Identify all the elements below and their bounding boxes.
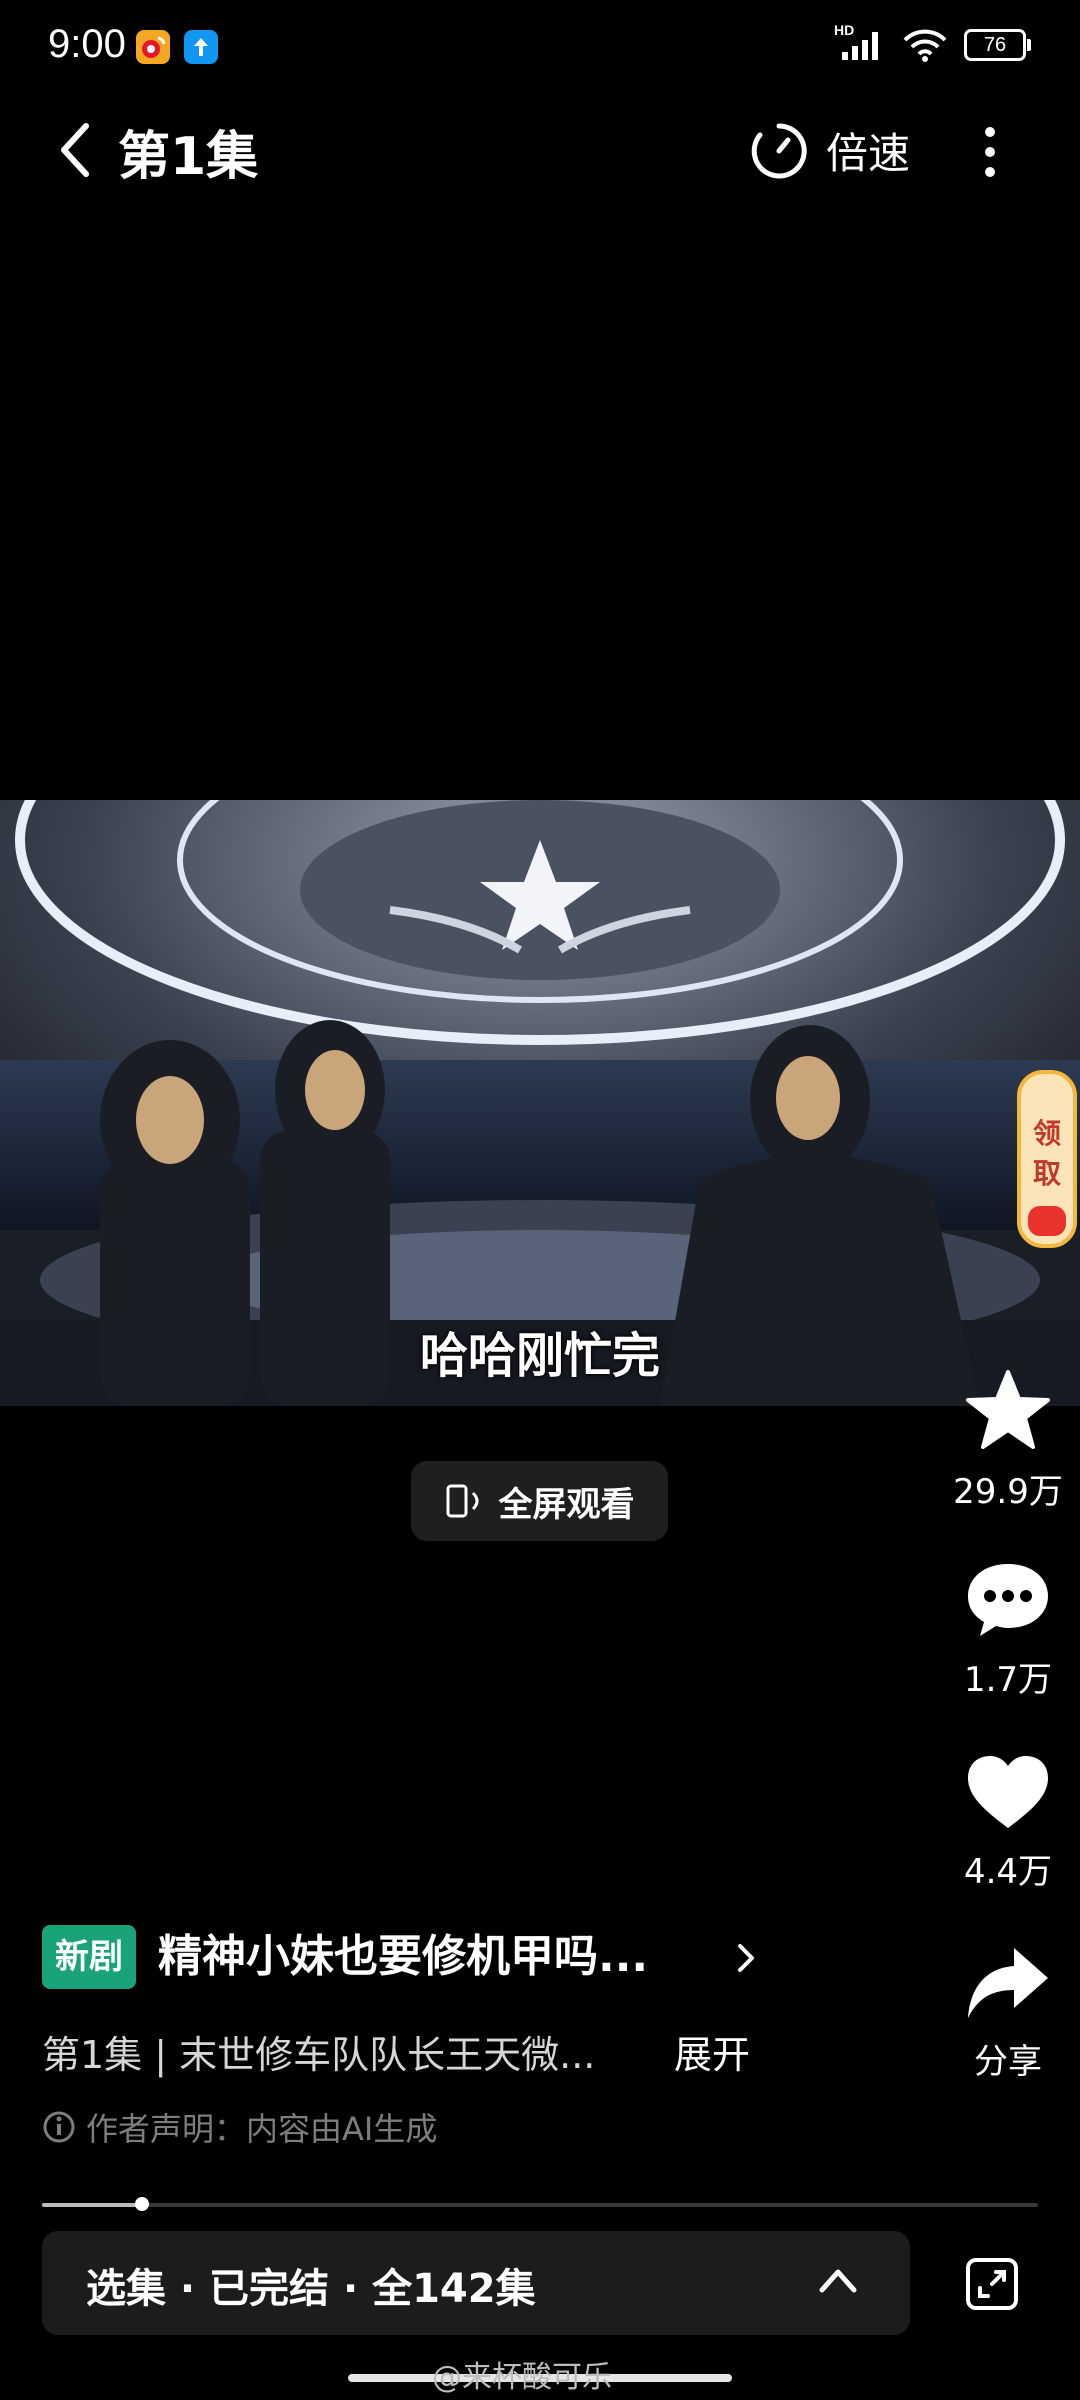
watermark: @来杯酸可乐 (432, 2360, 612, 2395)
comment-action[interactable]: 1.7万 (946, 1560, 1070, 1701)
claim-label-1: 领 (1032, 1117, 1061, 1150)
chevron-up-icon[interactable] (818, 2266, 858, 2294)
like-count: 4.4万 (963, 1852, 1053, 1892)
favorite-action[interactable]: 29.9万 (946, 1368, 1070, 1513)
progress-thumb[interactable] (134, 2197, 149, 2211)
share-action[interactable]: 分享 (946, 1944, 1070, 2083)
episode-selector-label: 选集 · 已完结 · 全142集 (86, 2266, 536, 2312)
comment-count: 1.7万 (963, 1660, 1053, 1700)
upload-app-icon (184, 30, 218, 64)
ai-disclaimer: 作者声明：内容由AI生成 (42, 2104, 437, 2150)
comment-icon (968, 1564, 1048, 1636)
share-label: 分享 (974, 2042, 1042, 2082)
fullscreen-button[interactable]: 全屏观看 (411, 1461, 668, 1541)
fullscreen-label: 全屏观看 (498, 1484, 635, 1525)
back-arrow-icon[interactable] (56, 120, 96, 180)
info-icon (43, 2111, 75, 2143)
favorite-count: 29.9万 (953, 1472, 1063, 1512)
status-time: 9:00 (48, 22, 126, 66)
episode-title: 第1集 (118, 127, 259, 187)
new-drama-badge: 新剧 (42, 1925, 136, 1989)
drama-title[interactable]: 精神小妹也要修机甲吗... (158, 1925, 648, 1989)
red-envelope-icon (1028, 1206, 1066, 1236)
battery-indicator: 76 (964, 29, 1031, 61)
expand-button[interactable]: 展开 (674, 2024, 750, 2079)
more-options-icon[interactable] (976, 124, 1004, 180)
heart-icon (968, 1756, 1048, 1828)
claim-label-2: 取 (1032, 1157, 1061, 1190)
episode-description: 第1集 | 末世修车队队长王天微... (42, 2033, 596, 2077)
signal-icon: HD (834, 22, 886, 62)
chevron-right-icon[interactable] (734, 1942, 758, 1974)
progress-fill (42, 2203, 142, 2207)
share-icon (968, 1948, 1048, 2018)
rotate-screen-icon (446, 1484, 478, 1518)
speed-icon[interactable] (750, 122, 808, 180)
progress-track[interactable] (42, 2203, 1038, 2207)
pip-icon[interactable] (964, 2256, 1020, 2312)
star-icon (966, 1370, 1050, 1449)
disclaimer-text: 作者声明：内容由AI生成 (86, 2110, 438, 2148)
speed-button[interactable]: 倍速 (826, 120, 910, 181)
wifi-icon (903, 29, 947, 62)
claim-reward-button[interactable]: 领 取 (1017, 1070, 1077, 1248)
weibo-app-icon (136, 30, 170, 64)
like-action[interactable]: 4.4万 (946, 1752, 1070, 1893)
status-right: HD 76 (834, 22, 1031, 62)
video-subtitle: 哈哈刚忙完 (419, 1328, 660, 1384)
